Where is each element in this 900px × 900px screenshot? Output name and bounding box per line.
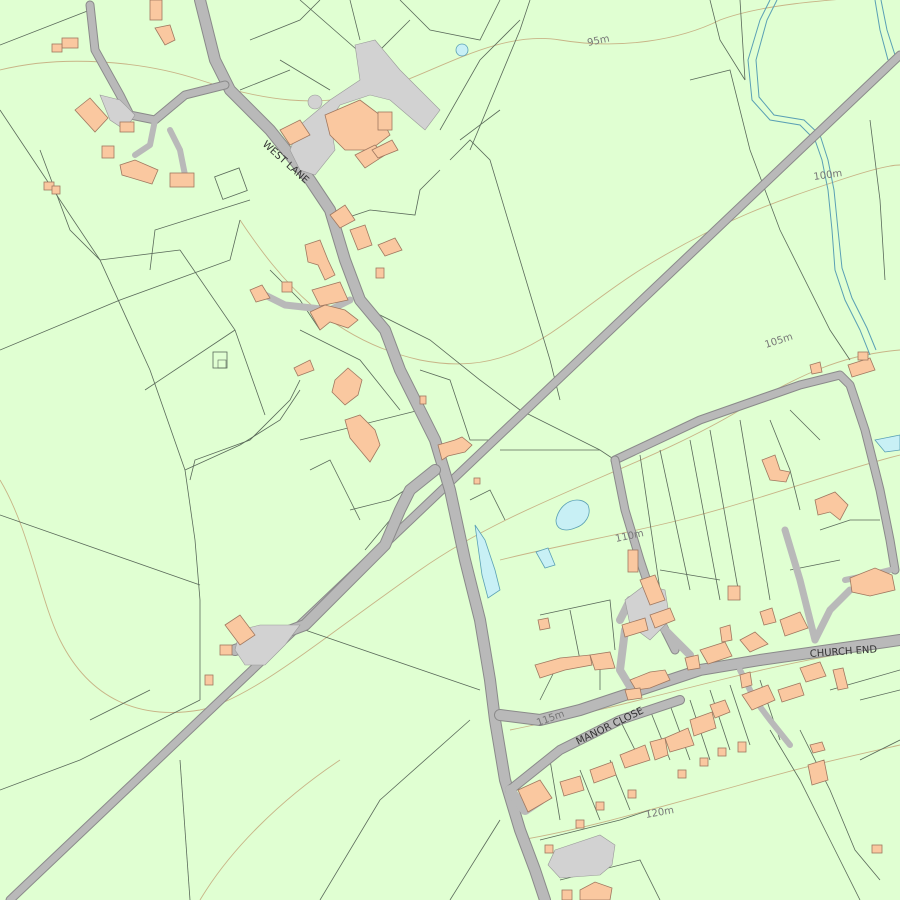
building	[677, 769, 687, 779]
building	[375, 267, 385, 279]
building	[61, 37, 79, 49]
building	[204, 674, 214, 686]
building	[727, 585, 741, 601]
building	[537, 617, 551, 631]
building	[871, 844, 883, 854]
building	[627, 549, 639, 573]
building	[544, 844, 554, 854]
building	[169, 172, 195, 188]
building	[737, 741, 747, 753]
building	[219, 644, 233, 656]
building	[281, 281, 293, 293]
building	[119, 121, 135, 133]
map-canvas[interactable]: WEST LANE CHURCH END MANOR CLOSE 95m 100…	[0, 0, 900, 900]
building	[589, 651, 616, 671]
building	[717, 747, 727, 757]
building	[561, 889, 573, 900]
building	[101, 145, 115, 159]
building	[51, 185, 61, 195]
building	[595, 801, 605, 811]
map-svg[interactable]: WEST LANE CHURCH END MANOR CLOSE 95m 100…	[0, 0, 900, 900]
building	[627, 789, 637, 799]
building	[149, 0, 163, 21]
building	[419, 395, 427, 405]
building	[473, 477, 481, 485]
building	[624, 687, 643, 701]
building	[575, 819, 585, 829]
building	[857, 351, 869, 361]
round-tank	[455, 43, 469, 57]
building	[719, 624, 733, 643]
building	[377, 111, 393, 131]
building	[699, 757, 709, 767]
building	[739, 671, 753, 689]
building	[684, 654, 701, 671]
building	[51, 43, 63, 53]
building	[807, 759, 829, 786]
